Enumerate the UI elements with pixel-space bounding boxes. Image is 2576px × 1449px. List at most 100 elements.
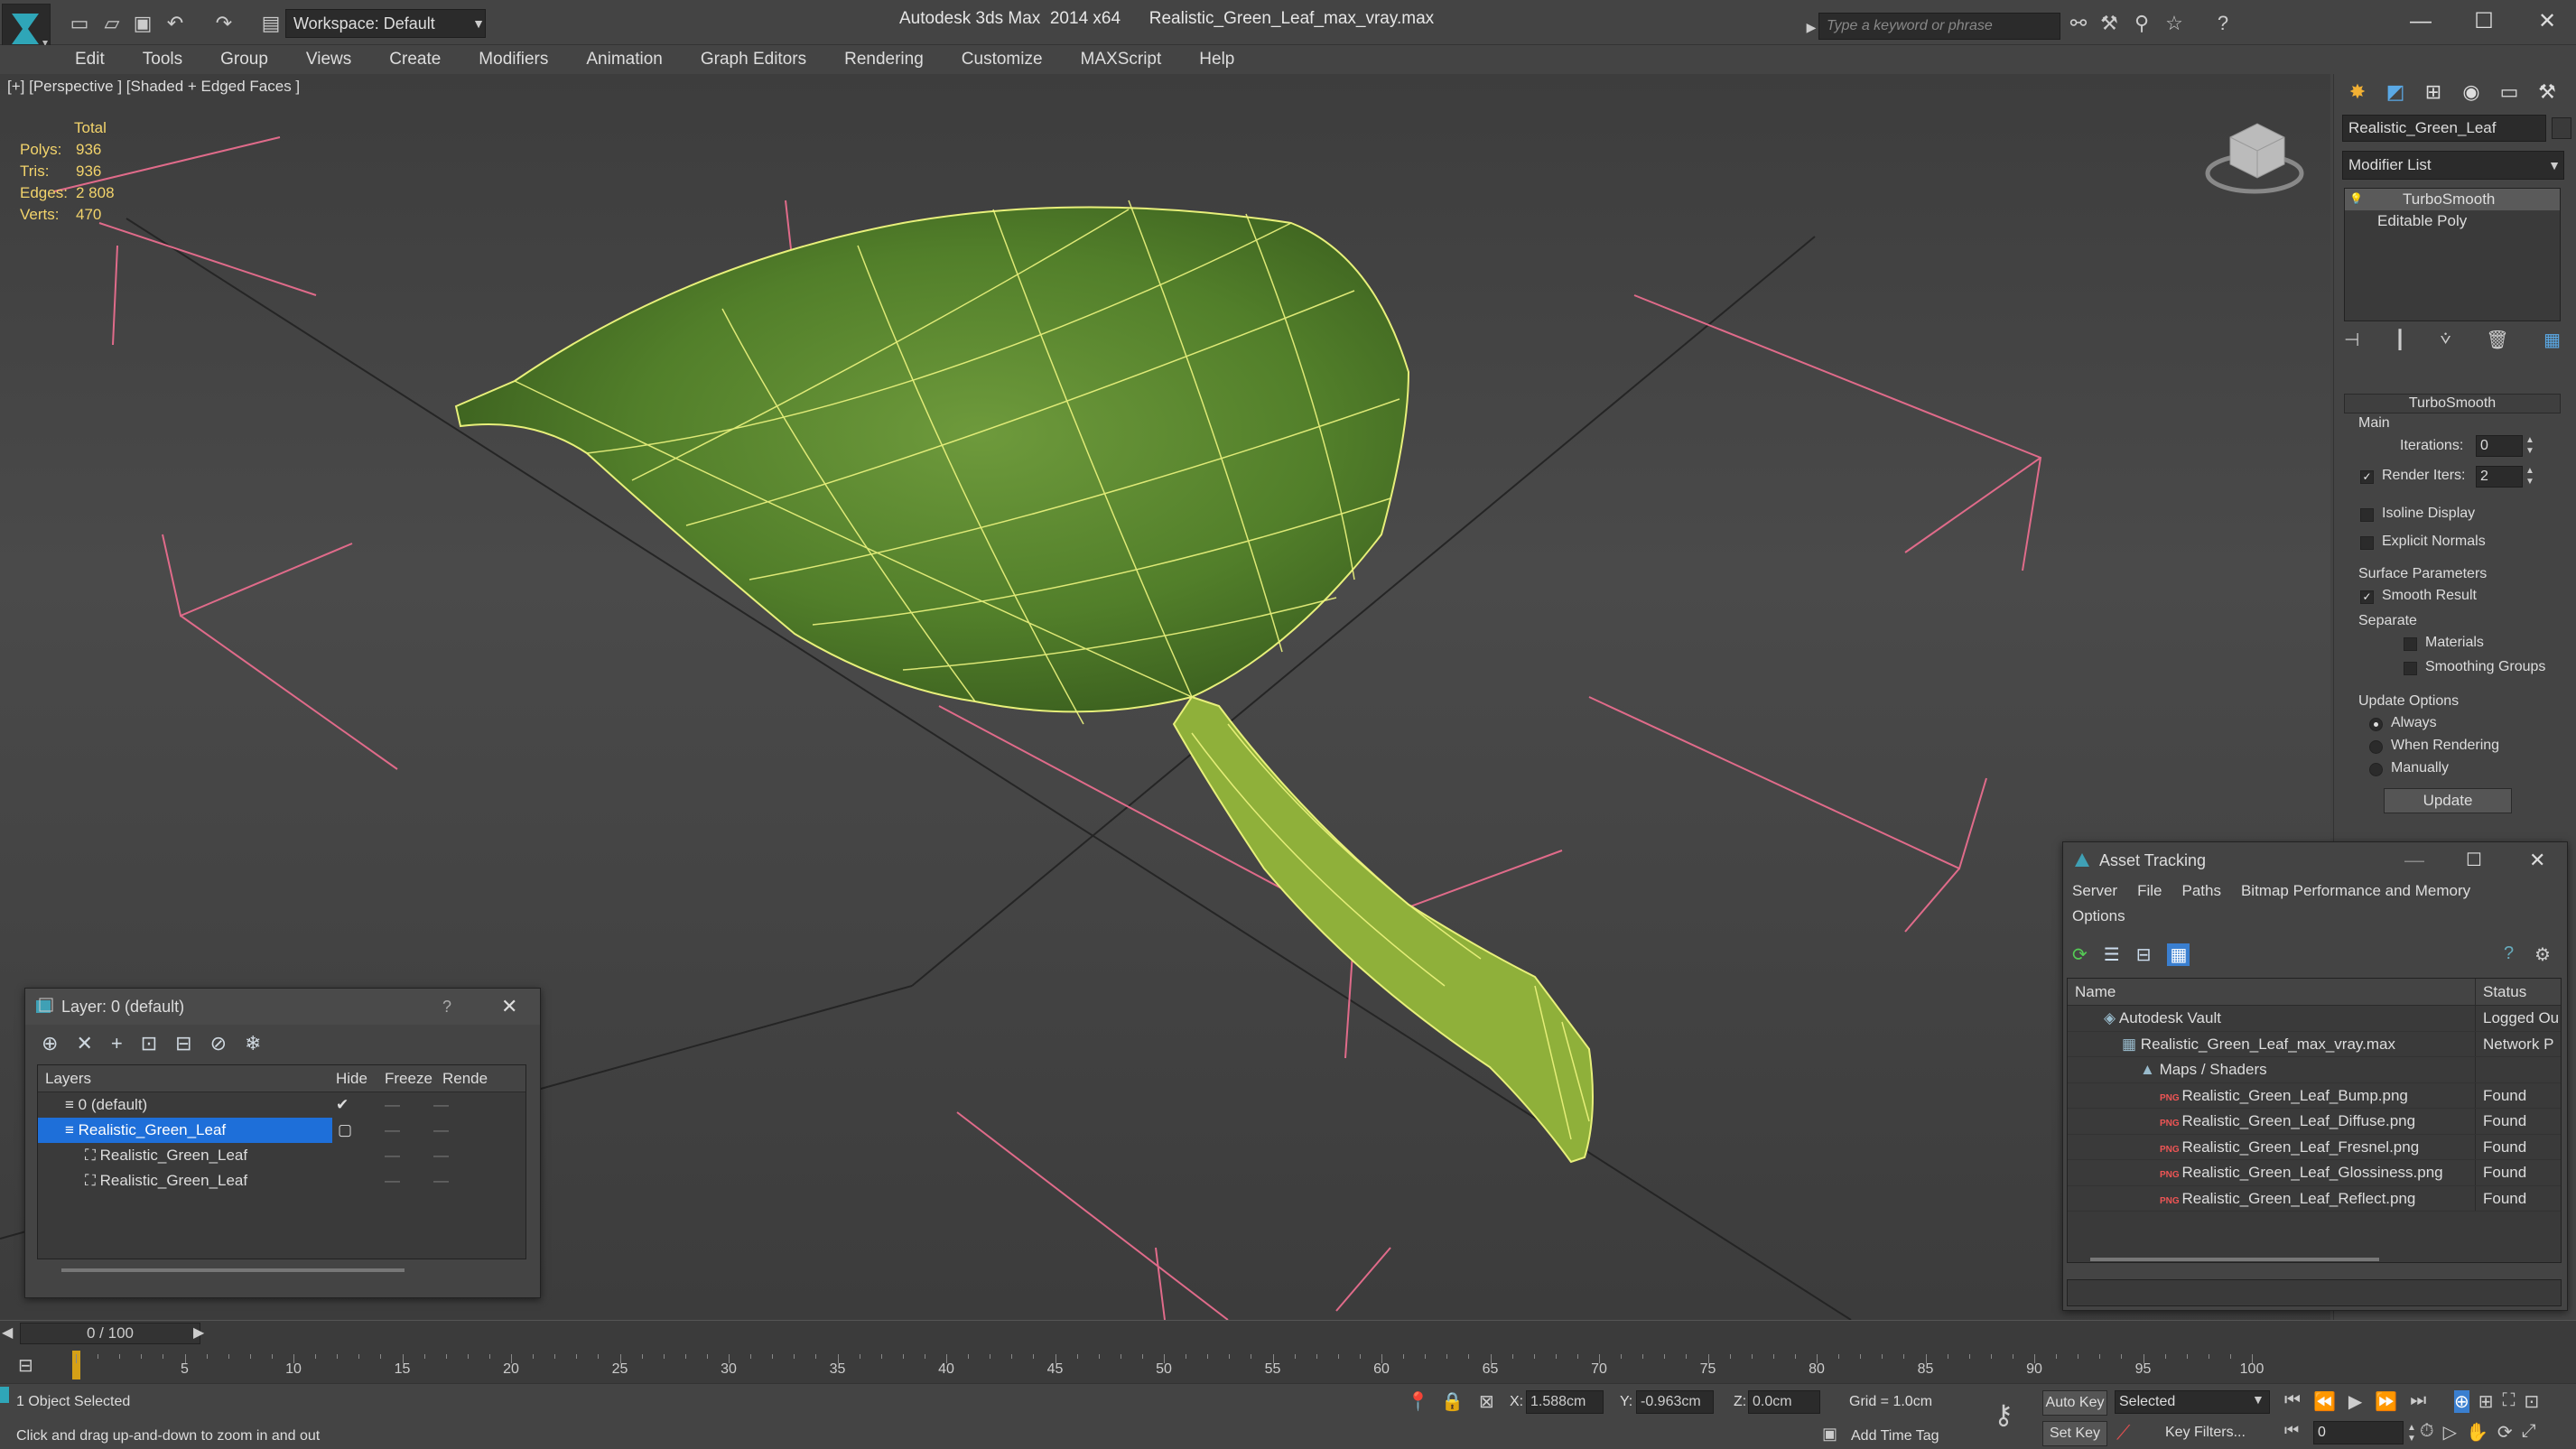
horizontal-scrollbar[interactable]: [2090, 1258, 2379, 1261]
z-coordinate-field[interactable]: 0.0cm: [1748, 1390, 1820, 1414]
absolute-mode-icon[interactable]: ⊠: [1479, 1390, 1494, 1413]
mini-curve-editor-icon[interactable]: ⊟: [18, 1354, 33, 1377]
show-end-result-icon[interactable]: ┃: [2395, 329, 2405, 359]
maximize-icon[interactable]: ☐: [2461, 4, 2506, 40]
highlight-selected-icon[interactable]: ⊟: [175, 1032, 191, 1055]
column-name[interactable]: Name: [2068, 979, 2476, 1005]
set-key-button[interactable]: Set Key: [2042, 1421, 2107, 1446]
menu-bitmap-performance[interactable]: Bitmap Performance and Memory: [2241, 882, 2470, 900]
chevron-down-icon[interactable]: ▼: [2252, 1392, 2264, 1407]
menu-group[interactable]: Group: [201, 45, 287, 74]
object-color-swatch[interactable]: [2552, 117, 2571, 139]
layer-row[interactable]: ⛶ Realistic_Green_Leaf — —: [38, 1168, 525, 1194]
set-keys-icon[interactable]: ⟋: [2116, 1421, 2130, 1444]
help-icon[interactable]: ?: [2209, 9, 2237, 38]
smoothing-groups-checkbox[interactable]: [2404, 662, 2417, 675]
column-render[interactable]: Rende: [442, 1065, 497, 1091]
menu-graph-editors[interactable]: Graph Editors: [682, 45, 825, 74]
spinner-arrows-icon[interactable]: ▲ ▼: [2525, 466, 2534, 488]
workspace-dropdown[interactable]: Workspace: Default: [285, 9, 486, 38]
layer-row[interactable]: ⛶ Realistic_Green_Leaf — —: [38, 1143, 525, 1168]
key-icon[interactable]: ⚷: [1994, 1399, 2013, 1431]
isoline-display-checkbox[interactable]: [2360, 508, 2374, 522]
display-tab-icon[interactable]: ▭: [2490, 76, 2528, 108]
freeze-toggle[interactable]: —: [433, 1143, 491, 1168]
help-icon[interactable]: ?: [442, 989, 451, 1025]
x-coordinate-field[interactable]: 1.588cm: [1526, 1390, 1604, 1414]
communication-center-icon[interactable]: ⚲: [2127, 9, 2156, 38]
pan-icon[interactable]: ✋: [2466, 1421, 2488, 1444]
time-slider[interactable]: 0 / 100: [20, 1323, 200, 1344]
turbosmooth-rollout-header[interactable]: TurboSmooth: [2344, 394, 2561, 413]
chevron-down-icon[interactable]: ▼: [2544, 151, 2564, 180]
time-tag-icon[interactable]: ▣: [1822, 1425, 1837, 1444]
auto-key-button[interactable]: Auto Key: [2042, 1390, 2107, 1416]
settings-icon[interactable]: ⚙: [2534, 943, 2551, 966]
menu-views[interactable]: Views: [287, 45, 370, 74]
viewport-label[interactable]: [+] [Perspective ] [Shaded + Edged Faces…: [7, 78, 300, 96]
asset-row[interactable]: PNG Realistic_Green_Leaf_Reflect.png Foun…: [2068, 1185, 2561, 1212]
make-unique-icon[interactable]: ⩒: [2441, 329, 2451, 359]
key-filters-button[interactable]: Key Filters...: [2165, 1425, 2246, 1441]
horizontal-scrollbar[interactable]: [61, 1268, 405, 1272]
hide-all-icon[interactable]: ⊘: [210, 1032, 227, 1055]
stack-item-editable-poly[interactable]: Editable Poly: [2345, 210, 2560, 232]
hide-toggle[interactable]: —: [385, 1118, 433, 1143]
play-icon[interactable]: ▶: [2348, 1390, 2362, 1413]
modify-tab-icon[interactable]: ◩: [2376, 76, 2414, 108]
freeze-toggle[interactable]: —: [433, 1092, 491, 1118]
asset-row[interactable]: PNG Realistic_Green_Leaf_Bump.png Found: [2068, 1082, 2561, 1109]
menu-rendering[interactable]: Rendering: [825, 45, 943, 74]
open-file-icon[interactable]: ▱: [98, 9, 126, 38]
layer-row[interactable]: ≡ 0 (default) ✔ — —: [38, 1092, 525, 1118]
y-coordinate-field[interactable]: -0.963cm: [1636, 1390, 1714, 1414]
spinner-arrows-icon[interactable]: ▲ ▼: [2525, 435, 2534, 457]
close-icon[interactable]: ✕: [501, 989, 517, 1025]
menu-edit[interactable]: Edit: [0, 45, 124, 74]
lightbulb-icon[interactable]: 💡: [2349, 192, 2363, 205]
refresh-icon[interactable]: ⟳: [2072, 943, 2088, 966]
hide-toggle[interactable]: —: [385, 1143, 433, 1168]
menu-animation[interactable]: Animation: [567, 45, 682, 74]
hide-toggle[interactable]: —: [385, 1092, 433, 1118]
menu-tools[interactable]: Tools: [124, 45, 201, 74]
modifier-list-dropdown[interactable]: Modifier List: [2342, 151, 2564, 180]
asset-row[interactable]: ◈ Autodesk Vault Logged Ou: [2068, 1006, 2561, 1032]
pin-stack-icon[interactable]: ⊣: [2344, 329, 2359, 359]
menu-create[interactable]: Create: [370, 45, 460, 74]
stack-item-turbosmooth[interactable]: TurboSmooth: [2345, 189, 2560, 210]
menu-paths[interactable]: Paths: [2181, 882, 2220, 900]
key-mode-dropdown[interactable]: Selected: [2115, 1390, 2270, 1414]
add-time-tag[interactable]: Add Time Tag: [1851, 1428, 1939, 1444]
asset-path-field[interactable]: [2067, 1279, 2562, 1306]
delete-layer-icon[interactable]: ✕: [76, 1032, 92, 1055]
list-view-icon[interactable]: ☰: [2104, 943, 2120, 966]
menu-modifiers[interactable]: Modifiers: [460, 45, 567, 74]
remove-modifier-icon[interactable]: 🗑: [2486, 329, 2508, 359]
minimize-icon[interactable]: —: [2398, 4, 2443, 40]
prev-frame-icon[interactable]: ◀: [2, 1324, 13, 1342]
asset-row[interactable]: ▲ Maps / Shaders: [2068, 1057, 2561, 1083]
smooth-result-checkbox[interactable]: ✓: [2360, 590, 2374, 604]
close-icon[interactable]: ✕: [2529, 842, 2545, 878]
asset-row[interactable]: PNG Realistic_Green_Leaf_Diffuse.png Foun…: [2068, 1109, 2561, 1135]
subscription-icon[interactable]: ⚒: [2095, 9, 2124, 38]
menu-maxscript[interactable]: MAXScript: [1062, 45, 1181, 74]
maximize-icon[interactable]: ☐: [2466, 842, 2482, 878]
next-frame-icon[interactable]: ▶: [193, 1324, 204, 1342]
render-iters-checkbox[interactable]: ✓: [2360, 470, 2374, 484]
render-iters-spinner[interactable]: 2: [2476, 466, 2523, 488]
go-to-end-icon[interactable]: ⏭: [2410, 1390, 2426, 1413]
redo-icon[interactable]: ↷: [209, 9, 238, 38]
hierarchy-tab-icon[interactable]: ⊞: [2414, 76, 2452, 108]
minimize-icon[interactable]: —: [2404, 842, 2424, 878]
hide-toggle[interactable]: —: [385, 1168, 433, 1194]
detail-view-icon[interactable]: ⊟: [2136, 943, 2152, 966]
favorites-star-icon[interactable]: ☆: [2160, 9, 2189, 38]
configure-modifier-sets-icon[interactable]: ▦: [2543, 329, 2561, 359]
current-frame-field[interactable]: 0: [2313, 1421, 2404, 1444]
new-file-icon[interactable]: ▭: [65, 9, 94, 38]
table-view-icon[interactable]: ▦: [2167, 943, 2190, 966]
create-tab-icon[interactable]: ✸: [2339, 76, 2376, 108]
column-layers[interactable]: Layers: [38, 1065, 336, 1091]
